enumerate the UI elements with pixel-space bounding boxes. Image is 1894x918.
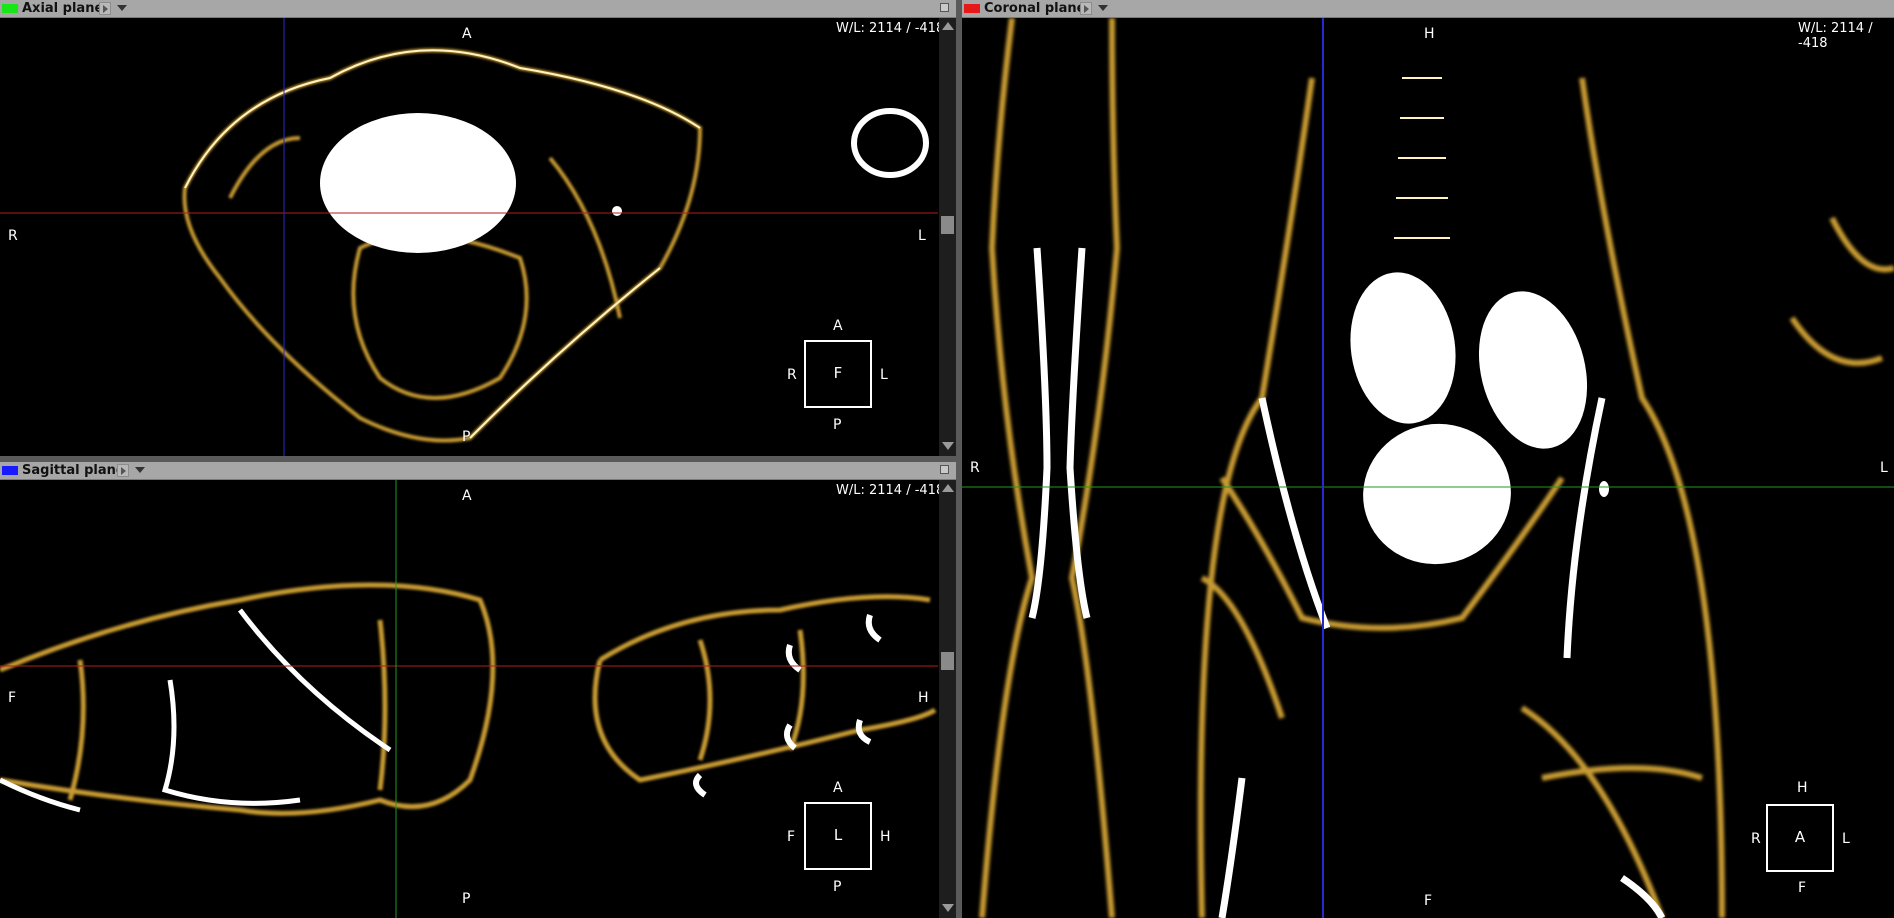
coronal-organ-left (1350, 272, 1456, 424)
coronal-window-level: W/L: 2114 / -418 (1798, 21, 1873, 51)
axial-cube-center: F (833, 364, 843, 382)
coronal-label-bottom: F (1424, 893, 1433, 909)
axial-cube-bottom: P (833, 417, 842, 433)
axial-label-top: A (462, 26, 472, 42)
sagittal-pane[interactable]: Sagittal plane W/L: 2114 / -418 A P F H … (0, 462, 956, 918)
sagittal-maximize-icon[interactable] (940, 465, 949, 474)
axial-image[interactable] (0, 18, 938, 456)
coronal-organ-bottom (1363, 423, 1511, 565)
coronal-cube-right: L (1842, 831, 1850, 847)
sagittal-dropdown-icon[interactable] (135, 467, 145, 473)
coronal-label-top: H (1424, 26, 1435, 42)
axial-titlebar: Axial plane (0, 0, 956, 18)
sagittal-scroll-down-icon[interactable] (942, 904, 954, 912)
axial-pane[interactable]: Axial plane W/L: 2114 / -418 A P R L A P… (0, 0, 956, 456)
coronal-label-right: L (1880, 460, 1888, 476)
coronal-image[interactable] (962, 18, 1894, 918)
axial-bladder (320, 113, 516, 253)
coronal-label-left: R (970, 460, 980, 476)
sagittal-cube-bottom: P (833, 879, 842, 895)
coronal-cube-left: R (1751, 831, 1761, 847)
sagittal-label-top: A (462, 488, 472, 504)
axial-dropdown-icon[interactable] (117, 5, 127, 11)
coronal-pane[interactable]: Coronal plane W/L: 2114 / -418 H F R L H… (962, 0, 1894, 918)
sagittal-image[interactable] (0, 480, 938, 918)
axial-color-swatch (2, 4, 18, 13)
sagittal-scroll-thumb[interactable] (941, 652, 954, 670)
sagittal-play-button[interactable] (117, 464, 129, 477)
axial-scrollbar[interactable] (939, 18, 956, 456)
sagittal-label-left: F (8, 690, 17, 706)
sagittal-label-right: H (918, 690, 929, 706)
coronal-cube-center: A (1794, 828, 1806, 846)
axial-scroll-up-icon[interactable] (942, 22, 954, 30)
coronal-color-swatch (964, 4, 980, 13)
sagittal-cube-right: H (880, 829, 891, 845)
axial-play-button[interactable] (99, 2, 111, 15)
axial-scroll-thumb[interactable] (941, 216, 954, 234)
coronal-dropdown-icon[interactable] (1098, 5, 1108, 11)
sagittal-color-swatch (2, 466, 18, 475)
sagittal-window-level: W/L: 2114 / -418 (836, 483, 945, 498)
coronal-organ-right (1478, 291, 1588, 449)
coronal-play-button[interactable] (1080, 2, 1092, 15)
sagittal-cube-top: A (833, 780, 843, 796)
axial-window-level: W/L: 2114 / -418 (836, 21, 945, 36)
sagittal-scroll-up-icon[interactable] (942, 484, 954, 492)
sagittal-scrollbar[interactable] (939, 480, 956, 918)
axial-title: Axial plane (22, 1, 104, 16)
coronal-cube-top: H (1797, 780, 1808, 796)
axial-maximize-icon[interactable] (940, 3, 949, 12)
axial-cube-top: A (833, 318, 843, 334)
sagittal-label-bottom: P (462, 891, 471, 907)
axial-label-left: R (8, 228, 18, 244)
coronal-cube-bottom: F (1798, 880, 1807, 896)
coronal-title: Coronal plane (984, 1, 1086, 16)
axial-label-right: L (918, 228, 926, 244)
axial-scroll-down-icon[interactable] (942, 442, 954, 450)
axial-cube-right: L (880, 367, 888, 383)
coronal-titlebar: Coronal plane (962, 0, 1894, 18)
axial-label-bottom: P (462, 429, 471, 445)
sagittal-titlebar: Sagittal plane (0, 462, 956, 480)
axial-cube-left: R (787, 367, 797, 383)
sagittal-cube-left: F (787, 829, 796, 845)
sagittal-cube-center: L (833, 826, 843, 844)
sagittal-title: Sagittal plane (22, 463, 125, 478)
